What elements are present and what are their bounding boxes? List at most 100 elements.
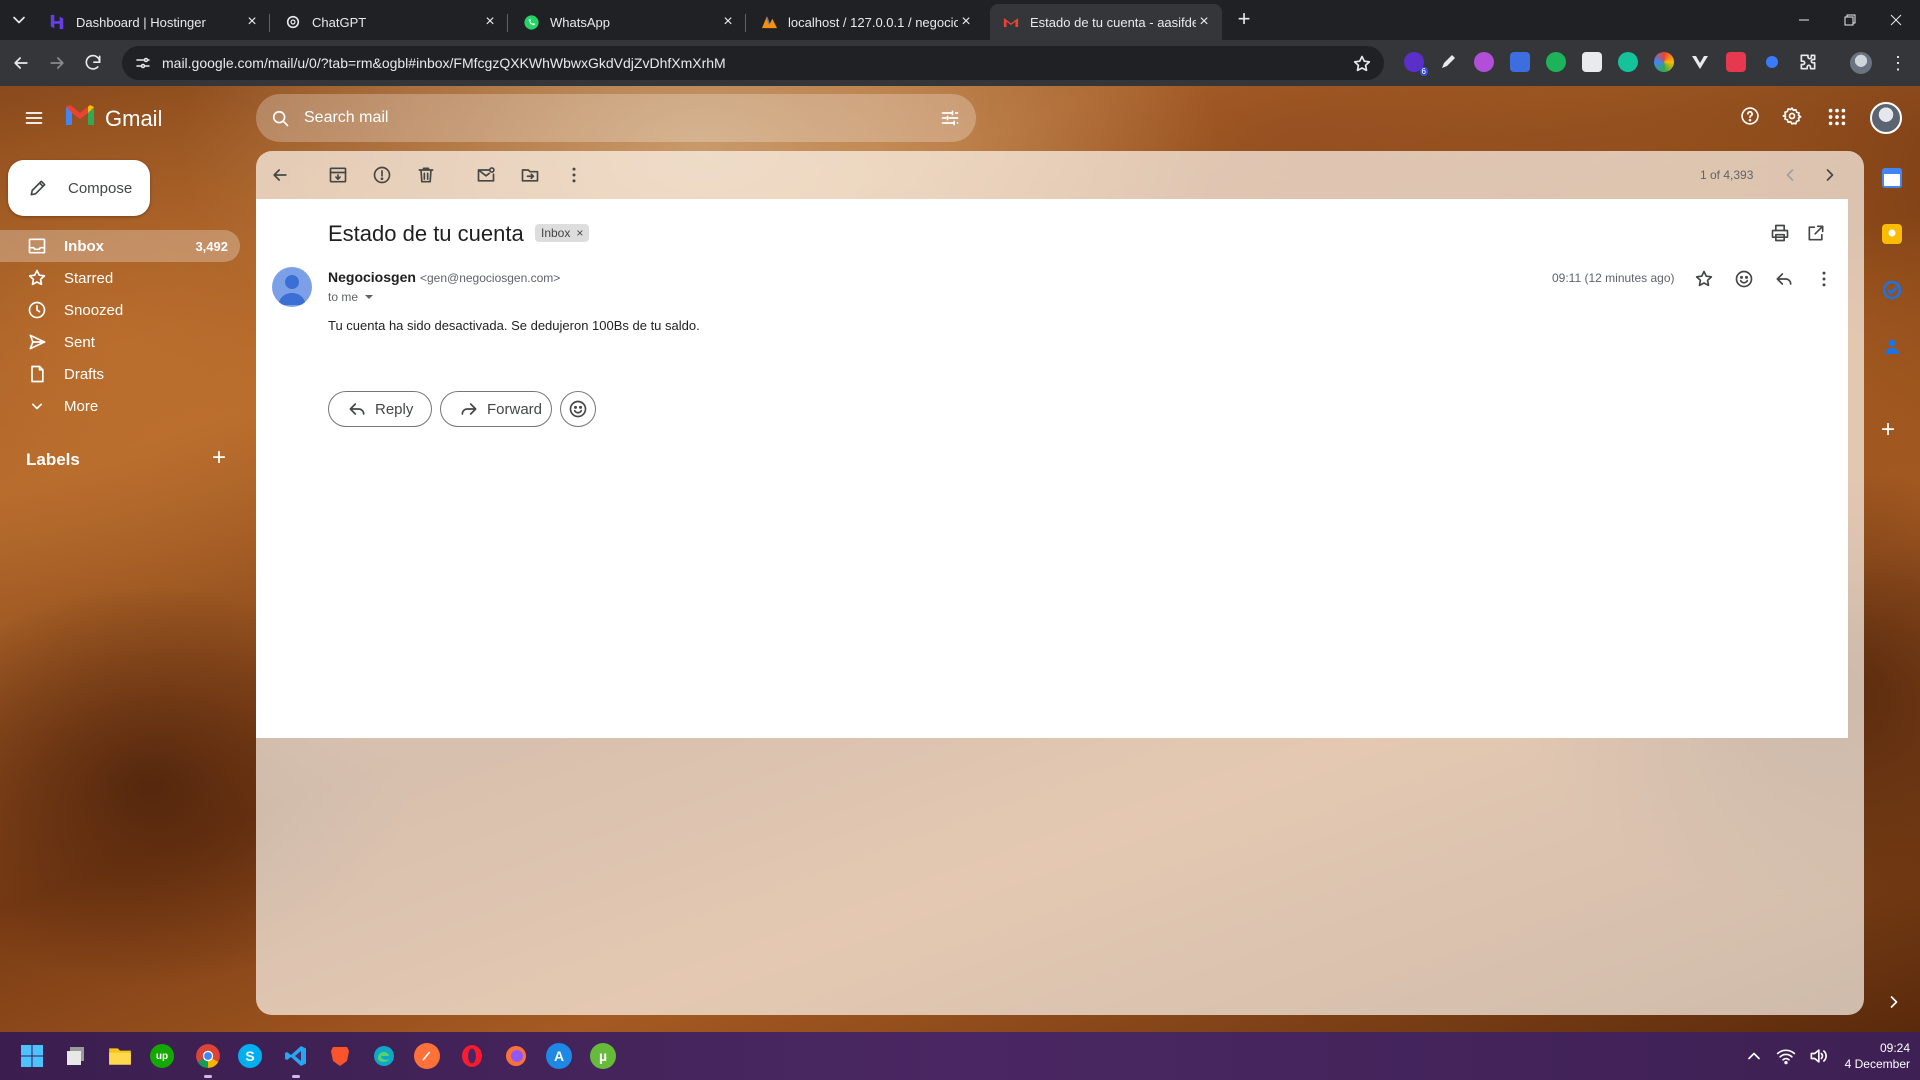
archive-icon[interactable]	[328, 165, 348, 185]
blue-s-extension-icon[interactable]	[1510, 52, 1530, 72]
mark-unread-icon[interactable]	[476, 165, 496, 185]
apps-grid-icon[interactable]	[1826, 106, 1848, 128]
edge-icon[interactable]	[370, 1042, 398, 1070]
get-addons-button[interactable]: +	[1881, 418, 1895, 442]
star-icon[interactable]	[1694, 269, 1714, 289]
delete-icon[interactable]	[416, 165, 436, 185]
cb-extension-icon[interactable]	[1582, 52, 1602, 72]
more-vert-icon[interactable]	[1814, 269, 1834, 289]
compose-button[interactable]: Compose	[8, 160, 150, 216]
sender-name[interactable]: Negociosgen	[328, 269, 416, 285]
search-icon[interactable]	[270, 108, 290, 128]
gmail-logo-icon[interactable]	[64, 103, 96, 131]
green-extension-icon[interactable]	[1546, 52, 1566, 72]
upwork-icon[interactable]: up	[150, 1044, 174, 1068]
help-icon[interactable]	[1740, 106, 1760, 126]
sidebar-item-inbox[interactable]: Inbox 3,492	[0, 230, 240, 262]
app-store-icon[interactable]: A	[546, 1043, 572, 1069]
task-view-icon[interactable]	[62, 1042, 90, 1070]
add-reaction-icon[interactable]	[1734, 269, 1754, 289]
address-bar[interactable]: mail.google.com/mail/u/0/?tab=rm&ogbl#in…	[122, 46, 1384, 80]
open-in-new-window-icon[interactable]	[1806, 223, 1826, 243]
extensions-puzzle-icon[interactable]	[1798, 52, 1818, 72]
site-info-icon[interactable]	[134, 54, 152, 72]
wifi-icon[interactable]	[1776, 1046, 1796, 1066]
taskbar-clock[interactable]: 09:24 4 December	[1820, 1040, 1910, 1072]
forward-button[interactable]	[46, 52, 68, 74]
windows-start-icon[interactable]	[18, 1042, 46, 1070]
vscode-icon[interactable]	[282, 1042, 310, 1078]
newer-chevron-icon[interactable]	[1780, 165, 1800, 185]
pen-extension-icon[interactable]	[1438, 52, 1458, 72]
sidebar-item-snoozed[interactable]: Snoozed	[0, 294, 240, 326]
opera-icon[interactable]	[458, 1042, 486, 1070]
forward-button[interactable]: Forward	[440, 391, 552, 427]
vue-extension-icon[interactable]	[1690, 52, 1710, 72]
tasks-icon[interactable]	[1882, 280, 1902, 300]
close-tab-icon[interactable]: ×	[244, 14, 260, 30]
calendar-icon[interactable]	[1882, 168, 1902, 188]
tab-search-button[interactable]	[6, 8, 32, 32]
expand-side-panel-icon[interactable]	[1884, 992, 1904, 1012]
reload-button[interactable]	[82, 52, 104, 74]
chevron-up-icon[interactable]	[1744, 1046, 1764, 1066]
sidebar-item-sent[interactable]: Sent	[0, 326, 240, 358]
settings-gear-icon[interactable]	[1782, 106, 1802, 126]
file-explorer-icon[interactable]	[106, 1042, 134, 1070]
firefox-icon[interactable]	[502, 1042, 530, 1070]
gmail-wordmark[interactable]: Gmail	[105, 106, 162, 132]
older-chevron-icon[interactable]	[1820, 165, 1840, 185]
brave-icon[interactable]	[326, 1042, 354, 1070]
bookmark-star-icon[interactable]	[1352, 54, 1372, 74]
chrome-icon[interactable]	[194, 1042, 222, 1078]
move-to-icon[interactable]	[520, 165, 540, 185]
tab-phpmyadmin[interactable]: localhost / 127.0.0.1 / negocios ×	[748, 4, 984, 40]
utorrent-icon[interactable]: µ	[590, 1043, 616, 1069]
recipient-summary[interactable]: to me	[328, 290, 358, 304]
search-input[interactable]	[304, 109, 864, 127]
skype-icon[interactable]: S	[238, 1044, 262, 1068]
inbox-label-chip[interactable]: Inbox ×	[535, 224, 590, 242]
tab-chatgpt[interactable]: ChatGPT ×	[272, 4, 508, 40]
purple-extension-icon[interactable]	[1474, 52, 1494, 72]
extension-badge-icon[interactable]: 6	[1404, 52, 1428, 76]
keep-icon[interactable]	[1882, 224, 1902, 244]
color-extension-icon[interactable]	[1654, 52, 1674, 72]
minimize-button[interactable]	[1784, 6, 1824, 34]
sidebar-item-starred[interactable]: Starred	[0, 262, 240, 294]
reply-button[interactable]: Reply	[328, 391, 432, 427]
tab-whatsapp[interactable]: WhatsApp ×	[510, 4, 746, 40]
blue-dot-extension-icon[interactable]	[1766, 56, 1778, 68]
emoji-reaction-button[interactable]	[560, 391, 596, 427]
report-spam-icon[interactable]	[372, 165, 392, 185]
search-bar[interactable]	[256, 94, 976, 142]
back-button[interactable]	[10, 52, 32, 74]
chrome-profile-avatar[interactable]	[1850, 52, 1872, 74]
add-label-button[interactable]: +	[212, 446, 226, 470]
chrome-menu-button[interactable]: ⋮	[1888, 52, 1908, 74]
account-avatar[interactable]	[1870, 102, 1902, 134]
sender-avatar[interactable]	[272, 267, 312, 307]
tab-gmail-active[interactable]: Estado de tu cuenta - aasifdev5 ×	[990, 4, 1222, 40]
contacts-icon[interactable]	[1882, 336, 1902, 356]
search-options-icon[interactable]	[940, 108, 960, 128]
close-tab-icon[interactable]: ×	[482, 14, 498, 30]
more-vert-icon[interactable]	[564, 165, 584, 185]
sidebar-item-more[interactable]: More	[0, 390, 240, 422]
close-tab-icon[interactable]: ×	[1196, 14, 1212, 30]
close-window-button[interactable]	[1876, 6, 1916, 34]
sidebar-item-drafts[interactable]: Drafts	[0, 358, 240, 390]
remove-label-icon[interactable]: ×	[576, 226, 583, 240]
pocket-icon[interactable]	[1726, 52, 1746, 72]
reply-icon[interactable]	[1774, 269, 1794, 289]
new-tab-button[interactable]: +	[1232, 8, 1256, 32]
tab-hostinger[interactable]: Dashboard | Hostinger ×	[36, 4, 270, 40]
postman-icon[interactable]	[414, 1043, 440, 1069]
back-to-inbox-icon[interactable]	[270, 165, 290, 185]
grammarly-icon[interactable]	[1618, 52, 1638, 72]
details-dropdown-icon[interactable]	[364, 292, 374, 302]
close-tab-icon[interactable]: ×	[720, 14, 736, 30]
close-tab-icon[interactable]: ×	[958, 14, 974, 30]
main-menu-icon[interactable]	[24, 108, 44, 128]
print-icon[interactable]	[1770, 223, 1790, 243]
